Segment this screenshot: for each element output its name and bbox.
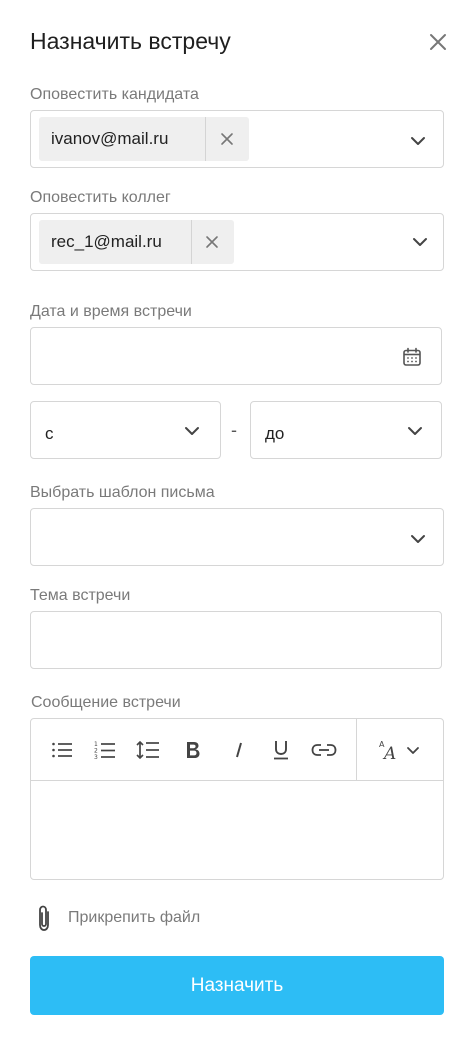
chevron-down-icon[interactable] <box>410 136 426 146</box>
chevron-down-icon[interactable] <box>412 237 428 247</box>
colleague-chip: rec_1@mail.ru <box>39 220 234 264</box>
candidate-chip-label: ivanov@mail.ru <box>51 129 169 148</box>
notify-candidate-label: Оповестить кандидата <box>30 86 199 103</box>
message-label: Сообщение встречи <box>31 694 181 711</box>
link-icon[interactable] <box>311 737 337 763</box>
toolbar-divider <box>356 719 357 781</box>
remove-chip-icon[interactable] <box>205 235 219 249</box>
notify-colleagues-select[interactable]: rec_1@mail.ru <box>30 213 444 271</box>
time-range-separator: - <box>231 420 237 440</box>
datetime-input[interactable] <box>30 327 442 385</box>
font-size-icon[interactable]: A A <box>377 737 425 763</box>
colleague-chip-label: rec_1@mail.ru <box>51 232 162 251</box>
message-body[interactable] <box>31 781 443 879</box>
chip-divider <box>205 117 206 161</box>
calendar-icon[interactable] <box>402 347 422 367</box>
line-height-icon[interactable] <box>135 737 161 763</box>
time-from-label: с <box>45 424 54 443</box>
template-select[interactable] <box>30 508 444 566</box>
message-editor[interactable]: 1 2 3 A A <box>30 718 444 880</box>
close-icon[interactable] <box>428 32 448 52</box>
submit-button[interactable]: Назначить <box>30 956 444 1015</box>
time-to-select[interactable]: до <box>250 401 442 459</box>
attach-file-link[interactable]: Прикрепить файл <box>68 909 200 927</box>
chevron-down-icon[interactable] <box>410 534 426 544</box>
svg-text:A: A <box>382 744 396 761</box>
italic-icon[interactable] <box>226 737 252 763</box>
chip-divider <box>191 220 192 264</box>
editor-toolbar: 1 2 3 A A <box>31 719 443 781</box>
template-label: Выбрать шаблон письма <box>30 484 215 501</box>
notify-colleagues-label: Оповестить коллег <box>30 189 171 206</box>
underline-icon[interactable] <box>268 737 294 763</box>
bullet-list-icon[interactable] <box>49 737 75 763</box>
subject-input[interactable] <box>30 611 442 669</box>
subject-label: Тема встречи <box>30 587 131 604</box>
numbered-list-icon[interactable]: 1 2 3 <box>92 737 118 763</box>
svg-text:3: 3 <box>94 754 98 760</box>
paperclip-icon[interactable] <box>33 903 55 935</box>
notify-candidate-select[interactable]: ivanov@mail.ru <box>30 110 444 168</box>
candidate-chip: ivanov@mail.ru <box>39 117 249 161</box>
page-title: Назначить встречу <box>30 28 231 54</box>
chevron-down-icon[interactable] <box>184 426 200 436</box>
datetime-label: Дата и время встречи <box>30 303 192 320</box>
time-from-select[interactable]: с <box>30 401 221 459</box>
remove-chip-icon[interactable] <box>220 132 234 146</box>
chevron-down-icon[interactable] <box>407 426 423 436</box>
bold-icon[interactable] <box>180 737 206 763</box>
time-to-label: до <box>265 424 285 443</box>
